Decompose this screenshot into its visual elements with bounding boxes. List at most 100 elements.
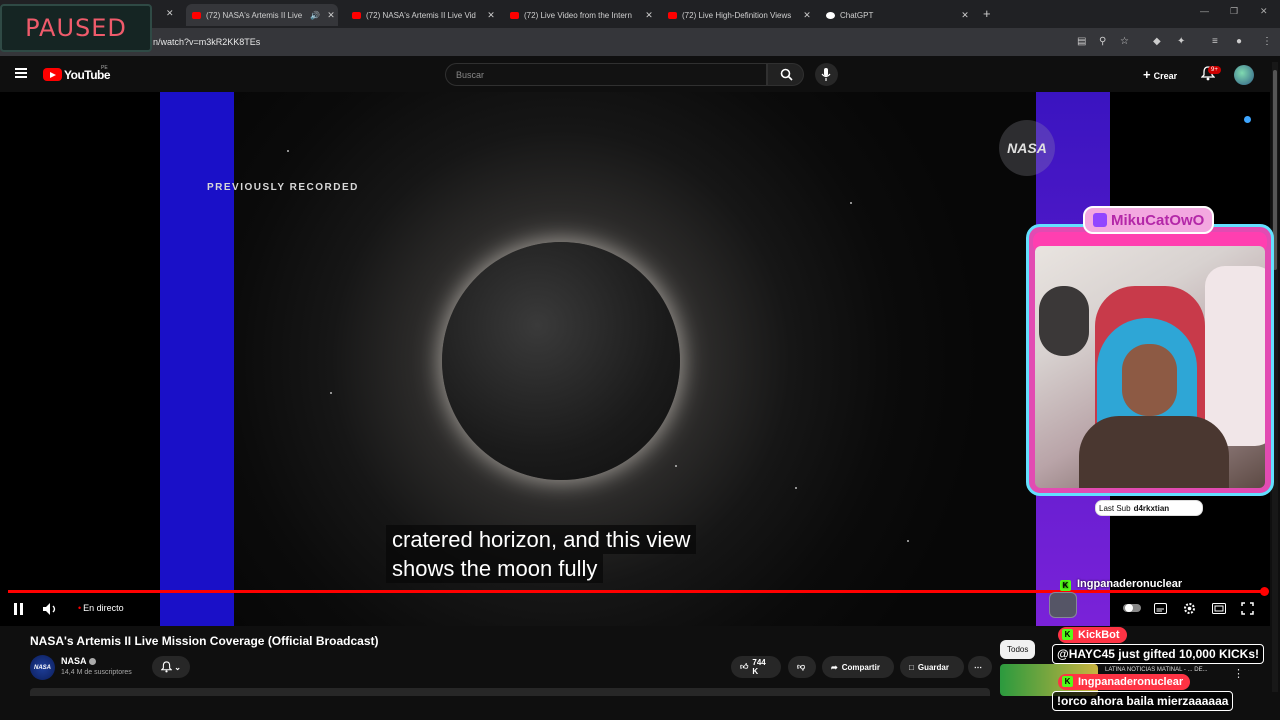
minimize-icon[interactable]: — [1200,6,1209,16]
channel-avatar[interactable]: NASA [30,655,55,680]
subscriber-count: 14,4 M de suscriptores [61,669,132,676]
tab-iss-video[interactable]: (72) Live Video from the Intern ✕ [504,4,656,26]
tab-hd-views[interactable]: (72) Live High-Definition Views ✕ [662,4,814,26]
search-placeholder: Buscar [456,70,485,80]
user-avatar[interactable] [1234,65,1254,85]
streamer-body [1079,416,1229,488]
chat-username-pill: K KickBot [1058,627,1127,643]
zoom-icon[interactable]: ⚲ [1099,36,1106,47]
fullscreen-icon[interactable] [1241,602,1254,615]
bookmark-star-icon[interactable]: ☆ [1120,36,1129,47]
previously-recorded-label: PREVIOUSLY RECORDED [207,182,359,193]
create-label: Crear [1153,71,1178,81]
nasa-logo-icon: NASA [999,120,1055,176]
like-button[interactable]: 👍︎ 744 K [731,656,781,678]
search-icon [780,68,793,81]
kick-badge-icon: K [1062,676,1073,687]
tab-title: ChatGPT [840,10,874,20]
youtube-favicon-icon [668,11,677,19]
subtitle-line-2: shows the moon fully [386,554,604,583]
puzzle-icon[interactable]: ✦ [1177,36,1185,47]
subtitles: cratered horizon, and this view shows th… [386,525,697,583]
progress-bar[interactable] [8,590,1266,593]
close-tab-icon[interactable]: ✕ [324,10,338,21]
twitch-logo-icon [1093,213,1107,227]
like-count: 744 K [752,658,766,676]
new-tab-plus-icon[interactable]: + [983,6,991,21]
channel-name-text: NASA [61,656,87,666]
pause-icon[interactable] [13,603,24,615]
tab-title: (72) Live High-Definition Views [682,10,792,20]
moon-image [442,242,680,480]
more-horizontal-icon: ⋯ [974,662,982,672]
thumbs-down-icon: 👎︎ [797,662,806,671]
verified-check-icon [88,658,96,666]
country-code: PE [101,65,108,71]
save-button[interactable]: □ Guardar [900,656,964,678]
url-text[interactable]: n/watch?v=m3kR2KK8TEs [153,37,260,47]
close-tab-icon[interactable]: ✕ [484,10,498,21]
close-tab-icon[interactable]: ✕ [642,10,656,21]
volume-icon[interactable] [43,603,59,615]
media-controls-icon[interactable]: ≡ [1212,36,1218,47]
tab-artemis-live[interactable]: (72) NASA's Artemis II Live 🔊 ✕ [186,4,338,26]
screen: (72) NASA's Artemis II Live 🔊 ✕ (72) NAS… [0,0,1280,720]
subtitle-line-1: cratered horizon, and this view [386,525,697,554]
menu-hamburger-icon[interactable] [15,68,27,78]
audio-playing-icon[interactable]: 🔊 [310,11,320,20]
create-button[interactable]: + Crear [1143,67,1177,82]
address-bar: n/watch?v=m3kR2KK8TEs ▤ ⚲ ☆ ◆ ✦ ≡ ● ⋮ [0,28,1280,56]
subtitles-icon[interactable] [1154,603,1167,614]
notification-count-badge: 9+ [1208,66,1221,74]
teddy-bear [1039,286,1089,356]
bell-icon [161,661,172,673]
star [850,202,852,204]
browser-menu-icon[interactable]: ⋮ [1262,36,1272,47]
chatgpt-favicon-icon [826,11,835,19]
status-dot-icon [1244,116,1251,123]
webcam-feed [1035,246,1265,488]
chat-message: !orco ahora baila mierzaaaaaa [1052,691,1234,711]
youtube-logo-icon[interactable] [43,68,62,81]
progress-scrubber[interactable] [1260,587,1269,596]
restore-icon[interactable]: ❐ [1230,6,1238,17]
plus-icon: + [1143,67,1151,82]
voice-search-button[interactable] [815,63,838,86]
share-label: Compartir [841,662,880,672]
tab-chatgpt[interactable]: ChatGPT ✕ [820,4,972,26]
cast-icon[interactable]: ▤ [1077,36,1086,47]
channel-name[interactable]: NASA [61,656,96,666]
extension-icon[interactable]: ◆ [1153,36,1161,47]
chat-avatar [1049,592,1077,618]
more-vertical-icon[interactable]: ⋮ [1233,667,1244,680]
youtube-favicon-icon [510,11,519,19]
close-tab-icon[interactable]: ✕ [166,8,174,19]
search-input[interactable]: Buscar [445,63,767,86]
profile-icon[interactable]: ● [1236,36,1242,47]
streamer-face [1122,344,1177,416]
overlay-blue-stripe [160,92,234,626]
close-tab-icon[interactable]: ✕ [958,10,972,21]
description-box[interactable] [30,688,990,696]
more-actions-button[interactable]: ⋯ [968,656,992,678]
tab-artemis-video[interactable]: (72) NASA's Artemis II Live Vid ✕ [346,4,498,26]
chat-username: Ingpanaderonuclear [1078,676,1184,688]
notifications-subscribed-button[interactable]: ⌄ [152,656,190,678]
chat-message: K Ingpanaderonuclear [1060,578,1182,591]
live-indicator[interactable]: En directo [78,603,124,613]
settings-gear-icon[interactable] [1183,602,1196,615]
star [795,487,797,489]
share-button[interactable]: ➦ Compartir [822,656,894,678]
dislike-button[interactable]: 👎︎ [788,656,816,678]
chat-message: @HAYC45 just gifted 10,000 KICKs! [1052,644,1264,664]
close-window-icon[interactable]: ✕ [1260,6,1268,17]
share-arrow-icon: ➦ [831,662,838,672]
theater-mode-icon[interactable] [1212,603,1226,614]
tab-title: (72) Live Video from the Intern [524,10,632,20]
close-tab-icon[interactable]: ✕ [800,10,814,21]
autoplay-toggle-icon[interactable] [1123,603,1141,613]
microphone-icon [821,68,831,81]
search-button[interactable] [767,63,804,86]
chip-all[interactable]: Todos [1000,640,1036,659]
related-video-title[interactable]: LATINA NOTICIAS MATINAL - ... DE... [1105,667,1225,673]
